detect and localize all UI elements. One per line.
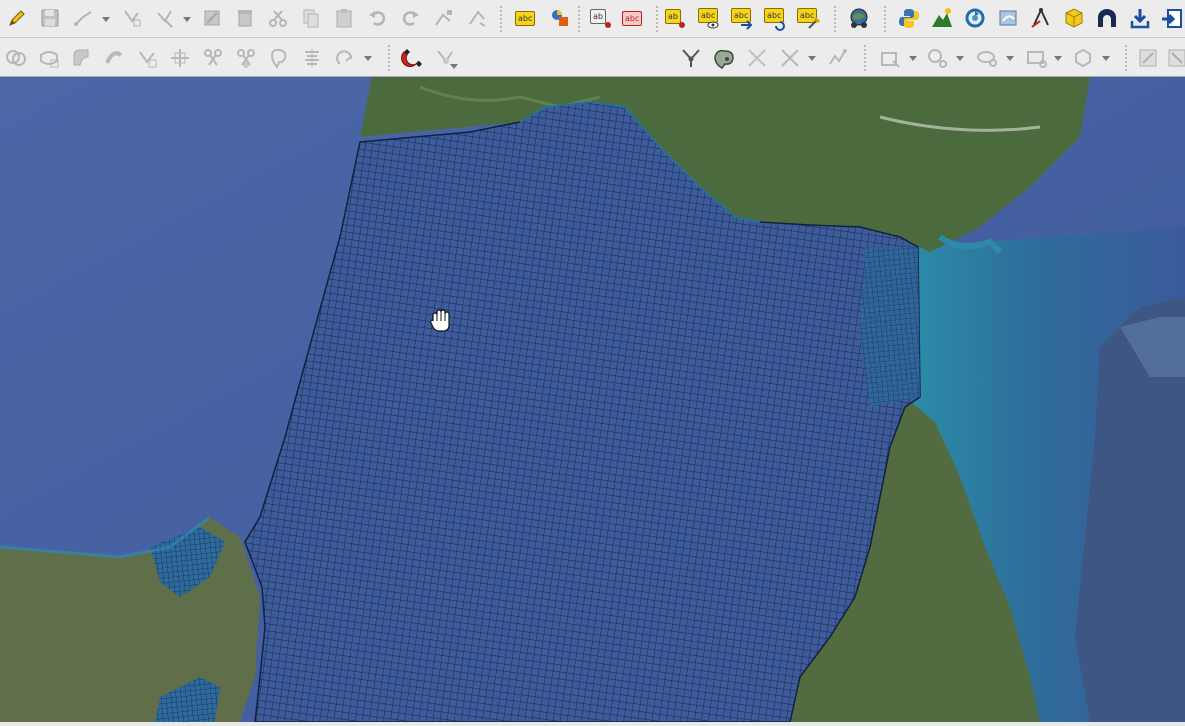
terrain-profile-icon[interactable]	[930, 6, 954, 30]
map-canvas[interactable]	[0, 77, 1185, 723]
merge-features-icon[interactable]	[4, 46, 28, 70]
advanced-digitizing-toolbar: px	[0, 38, 1185, 110]
change-label-icon[interactable]: abc	[796, 6, 821, 30]
digitizing-toolbar: abc ab abc ab abc abc abc abc	[0, 0, 1185, 38]
redo-icon[interactable]	[398, 6, 422, 30]
map-swipe-icon[interactable]	[996, 6, 1020, 30]
toolbar-separator	[834, 6, 836, 32]
cut-features-icon[interactable]	[266, 6, 290, 30]
chevron-down-icon[interactable]	[956, 56, 964, 61]
field-calculator-icon[interactable]	[1136, 46, 1160, 70]
split-parts-icon[interactable]	[37, 46, 61, 70]
shape-ellipse-icon[interactable]	[975, 46, 999, 70]
pin-labels-icon[interactable]: ab	[589, 6, 613, 30]
show-hide-labels-icon[interactable]: abc	[697, 6, 721, 30]
shape-rectangle-icon[interactable]	[1024, 46, 1048, 70]
toolbar-separator	[578, 6, 580, 32]
sync-plugin-icon[interactable]	[963, 6, 987, 30]
vertex-tool-icon[interactable]	[120, 6, 144, 30]
add-ring-icon[interactable]	[168, 46, 192, 70]
vertex-tool-current-layer-icon[interactable]	[153, 6, 177, 30]
snapping-magnet-icon[interactable]	[398, 46, 422, 70]
toolbar-separator	[1125, 45, 1127, 71]
pan-hand-cursor	[430, 309, 450, 332]
measure-tool-icon[interactable]	[1029, 6, 1053, 30]
align-rasters-icon[interactable]	[300, 46, 324, 70]
avoid-overlap-icon[interactable]	[712, 46, 736, 70]
toggle-editing-icon[interactable]	[5, 6, 29, 30]
simplify-icon[interactable]	[136, 46, 160, 70]
chevron-down-icon[interactable]	[1006, 56, 1014, 61]
chevron-down-icon[interactable]	[450, 64, 458, 69]
python-console-icon[interactable]	[897, 6, 921, 30]
advanced-digitize-icon[interactable]	[432, 6, 456, 30]
modify-attributes-icon[interactable]	[200, 6, 224, 30]
globe-plugin-icon[interactable]	[847, 6, 871, 30]
chevron-down-icon[interactable]	[808, 56, 816, 61]
map-render	[0, 77, 1185, 723]
tracing-icon[interactable]	[825, 46, 849, 70]
intersection-snap-icon[interactable]	[745, 46, 769, 70]
paste-features-icon[interactable]	[332, 6, 356, 30]
topological-editing-icon[interactable]	[679, 46, 703, 70]
toolbar-separator	[500, 6, 502, 32]
copy-features-icon[interactable]	[299, 6, 323, 30]
save-edits-icon[interactable]	[38, 6, 62, 30]
chevron-down-icon[interactable]	[1054, 56, 1062, 61]
chevron-down-icon[interactable]	[909, 56, 917, 61]
rotate-label-icon[interactable]: abc	[763, 6, 787, 31]
chevron-down-icon[interactable]	[364, 56, 372, 61]
import-layer-icon[interactable]	[1160, 6, 1184, 30]
shape-regular-polygon-icon[interactable]	[1072, 46, 1096, 70]
snap-to-self-icon[interactable]	[778, 46, 802, 70]
rotate-features-icon[interactable]	[333, 46, 357, 70]
move-label-icon[interactable]: ab	[664, 6, 688, 30]
fill-ring-icon[interactable]	[267, 46, 291, 70]
chevron-down-icon[interactable]	[1102, 56, 1110, 61]
tunnel-tool-icon[interactable]	[1095, 6, 1119, 30]
digitize-line-icon[interactable]	[72, 6, 96, 30]
chevron-down-icon[interactable]	[102, 17, 110, 22]
toolbar-separator	[864, 45, 866, 71]
shape-circle-icon[interactable]	[925, 46, 949, 70]
toolbar-separator	[656, 6, 658, 32]
layer-diagram-icon[interactable]	[548, 6, 572, 30]
mesh-coastal-refinement	[860, 247, 920, 407]
toolbar-separator	[884, 6, 886, 32]
delete-selected-icon[interactable]	[233, 6, 257, 30]
chevron-down-icon[interactable]	[183, 17, 191, 22]
delete-part-icon[interactable]	[234, 46, 258, 70]
layer-package-icon[interactable]	[1062, 6, 1086, 30]
reshape-icon[interactable]	[69, 46, 93, 70]
shape-polygon-icon[interactable]	[878, 46, 902, 70]
undo-icon[interactable]	[366, 6, 390, 30]
offset-curve-icon[interactable]	[102, 46, 126, 70]
attribute-table-icon[interactable]	[1165, 46, 1185, 70]
split-features-icon[interactable]	[201, 46, 225, 70]
layer-labeling-icon[interactable]: abc	[514, 6, 538, 30]
highlight-pinned-labels-icon[interactable]: abc	[622, 6, 646, 30]
toolbar-separator	[388, 45, 390, 71]
download-icon[interactable]	[1128, 6, 1152, 30]
move-label-arrow-icon[interactable]: abc	[730, 6, 754, 30]
shape-digitize-icon[interactable]	[465, 6, 489, 30]
